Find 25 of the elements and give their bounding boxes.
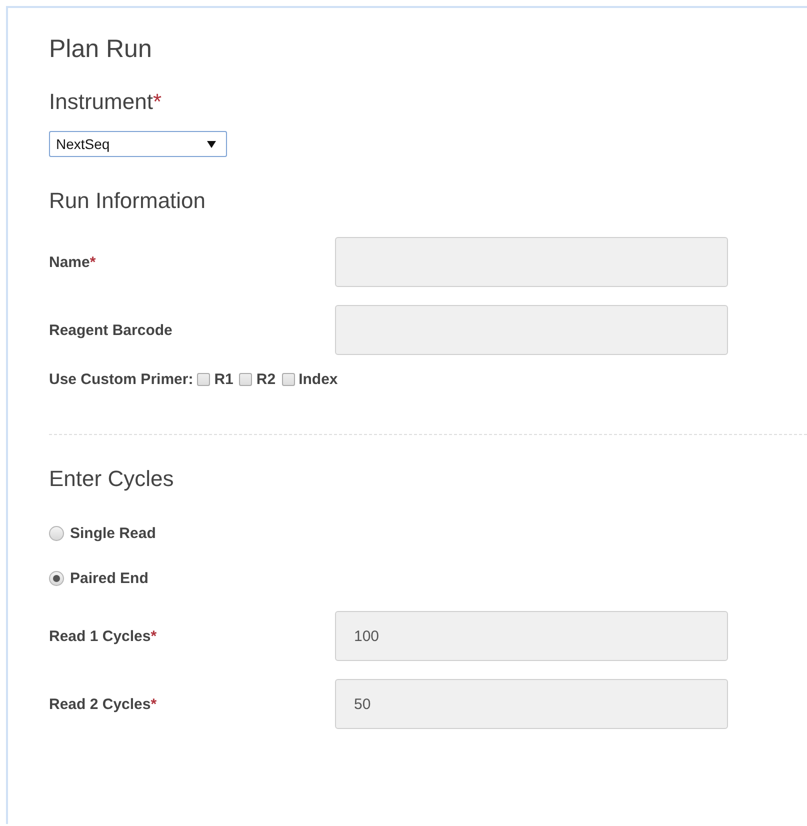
section-heading: Enter Cycles xyxy=(49,465,175,493)
field-label: Read 2 Cycles* xyxy=(49,696,158,712)
field-label: Reagent Barcode xyxy=(49,322,174,338)
page-title: Plan Run xyxy=(49,34,153,64)
checkbox-label: R2 xyxy=(256,371,276,388)
input-field[interactable] xyxy=(335,237,728,287)
radio-label: Single Read xyxy=(70,525,156,542)
input-field[interactable] xyxy=(335,305,728,355)
section-heading: Run Information xyxy=(49,187,207,215)
field-label: Read 1 Cycles* xyxy=(49,628,158,644)
input-field[interactable]: 100 xyxy=(335,611,728,661)
checkbox-label: Index xyxy=(298,371,338,388)
checkbox-label: R1 xyxy=(214,371,234,388)
checkbox[interactable] xyxy=(282,373,295,386)
radio-button[interactable] xyxy=(49,526,64,541)
caret-icon xyxy=(207,140,216,148)
checkbox[interactable] xyxy=(239,373,252,386)
section-heading: Instrument* xyxy=(49,88,162,116)
instrument-select[interactable]: NextSeq xyxy=(49,131,227,157)
field-label: Use Custom Primer: xyxy=(49,371,194,388)
input-field[interactable]: 50 xyxy=(335,679,728,729)
radio-label: Paired End xyxy=(70,570,148,587)
radio-button[interactable] xyxy=(49,571,64,586)
field-label: Name* xyxy=(49,254,97,270)
checkbox[interactable] xyxy=(197,373,210,386)
